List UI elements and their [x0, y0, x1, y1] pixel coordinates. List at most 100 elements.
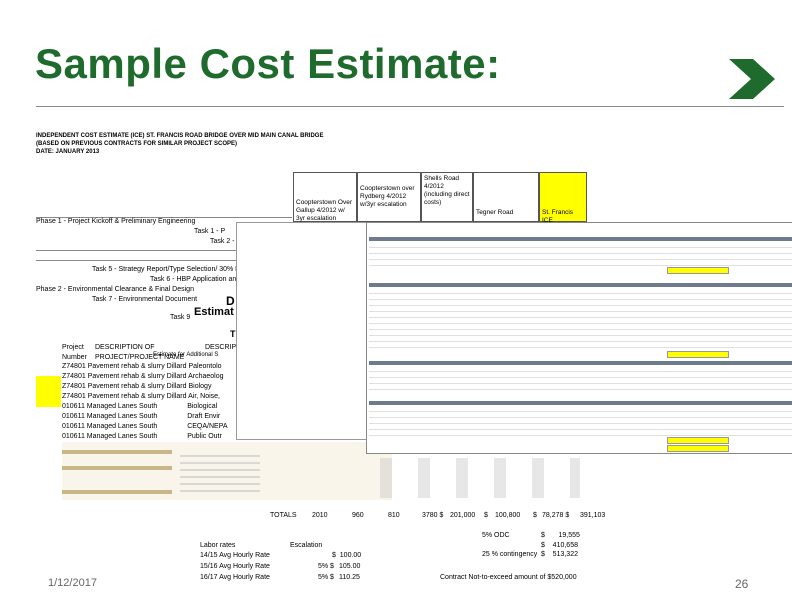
slide-title: Sample Cost Estimate:: [35, 40, 501, 87]
subtotal-value: $ 410,658: [541, 542, 578, 549]
task1-label: Task 1 - P: [194, 228, 226, 235]
rate-row-value: $ 100.00: [332, 552, 362, 559]
totals-value: 3780 $: [422, 512, 444, 519]
detail-row: [369, 325, 792, 330]
estimate-header-line1: INDEPENDENT COST ESTIMATE (ICE) ST. FRAN…: [36, 133, 324, 139]
table-row: Z74801 Pavement rehab & slurry Dillard A…: [62, 393, 220, 400]
detail-row: [369, 343, 792, 348]
section-bar: [369, 401, 792, 405]
detail-row: [369, 313, 792, 318]
detail-row: [369, 301, 792, 306]
table-row: 010611 Managed Lanes South Public Outr: [62, 433, 222, 440]
faded-row-bar: [62, 450, 172, 454]
estimate-header-line2: (BASED ON PREVIOUS CONTRACTS FOR SIMILAR…: [36, 141, 238, 147]
description2-col-header: DESCRIP: [205, 344, 237, 351]
detail-row: [369, 261, 792, 266]
detail-total: [667, 351, 729, 358]
totals-label: TOTALS: [270, 512, 297, 519]
contingency-value: $ 513,322: [541, 551, 578, 558]
detail-total: [667, 445, 729, 452]
totals-value: 78,278 $: [542, 512, 570, 519]
odc-value: $ 19,555: [541, 532, 580, 539]
column-header-3: Shells Road 4/2012 (including direct cos…: [421, 172, 473, 222]
table-row: 010611 Managed Lanes South Draft Envir: [62, 413, 221, 420]
detail-total: [667, 437, 729, 444]
project-col-header: Project: [62, 344, 84, 351]
detail-row: [369, 307, 792, 312]
project-rows: Z74801 Pavement rehab & slurry Dillard P…: [62, 363, 236, 443]
totals-value: 391,103: [580, 512, 606, 519]
odc-label: 5% ODC: [482, 532, 510, 539]
faded-row-text: [180, 455, 260, 495]
rate-row-label: 15/16 Avg Hourly Rate: [200, 563, 270, 570]
column-header-4: Tegner Road: [473, 172, 539, 222]
faded-row-bar: [62, 466, 172, 470]
table-row: 010611 Managed Lanes South Biological: [62, 403, 218, 410]
labor-rates-label: Labor rates: [200, 542, 236, 549]
escalation-label: Escalation: [290, 542, 323, 549]
estimate-header-line3: DATE: JANUARY 2013: [36, 149, 100, 155]
rate-row-label: 16/17 Avg Hourly Rate: [200, 574, 270, 581]
highlight-cell: [36, 376, 61, 407]
detail-row: [369, 319, 792, 324]
chevron-arrow-icon: [723, 55, 781, 103]
detail-row: [369, 295, 792, 300]
task7-label: Task 7 - Environmental Document: [92, 296, 198, 303]
faded-row-bar: [62, 490, 172, 494]
table-row: Z74801 Pavement rehab & slurry Dillard P…: [62, 363, 222, 370]
detail-row: [369, 249, 792, 254]
table-row: Z74801 Pavement rehab & slurry Dillard A…: [62, 373, 224, 380]
phase2-label: Phase 2 - Environmental Clearance & Fina…: [36, 286, 194, 293]
detail-row: [369, 407, 792, 412]
detail-row: [369, 425, 792, 430]
section-bar: [369, 361, 792, 365]
task6-label: Task 6 - HBP Application an: [150, 276, 237, 283]
column-header-2: Coopterstown over Rydberg 4/2012 w/3yr e…: [357, 172, 421, 222]
description-col-header: DESCRIPTION OF: [95, 344, 155, 351]
detail-row: [369, 367, 792, 372]
table-line: [36, 260, 236, 261]
rate-row-pct: 5% $: [318, 563, 334, 570]
footer-date: 1/12/2017: [48, 577, 97, 589]
detail-row: [369, 289, 792, 294]
contingency-label: 25 % contingency: [482, 551, 538, 558]
estimate-for-header: Estimate for Additional S: [153, 352, 219, 358]
detail-row: [369, 431, 792, 436]
rate-row-pct: 5% $: [318, 574, 334, 581]
detail-row: [369, 419, 792, 424]
detail-total: [667, 267, 729, 274]
totals-value: 960: [352, 512, 364, 519]
totals-value: $: [484, 512, 488, 519]
detail-row: [369, 413, 792, 418]
overlay-sheet: [236, 222, 368, 440]
overlay-estimat: Estimat: [194, 306, 234, 318]
table-row: 010611 Managed Lanes South CEQA/NEPA: [62, 423, 228, 430]
rate-row-label: 14/15 Avg Hourly Rate: [200, 552, 270, 559]
section-bar: [369, 237, 792, 241]
detail-row: [369, 243, 792, 248]
phase1-label: Phase 1 - Project Kickoff & Preliminary …: [36, 218, 196, 225]
column-header-5: St. Francis ICE: [539, 172, 587, 224]
detail-spreadsheet: [366, 222, 792, 454]
section-bar: [369, 283, 792, 287]
rate-row-value: 110.25: [339, 574, 360, 581]
column-header-1: Coopterstown Over Gallup 4/2012 w/ 3yr e…: [293, 172, 357, 222]
detail-row: [369, 337, 792, 342]
number-col-header: Number: [62, 354, 87, 361]
task9-label: Task 9: [170, 314, 191, 321]
detail-row: [369, 373, 792, 378]
totals-value: 201,000: [450, 512, 476, 519]
overlay-letter-t: T: [230, 329, 236, 339]
title-divider: [36, 106, 784, 107]
totals-value: 2010: [312, 512, 328, 519]
not-to-exceed-note: Contract Not-to-exceed amount of $520,00…: [440, 574, 577, 581]
rate-row-value: 105.00: [339, 563, 361, 570]
table-line: [36, 250, 236, 251]
page-number: 26: [735, 577, 749, 591]
detail-row: [369, 385, 792, 390]
detail-row: [369, 379, 792, 384]
totals-value: 100,800: [495, 512, 521, 519]
faded-row-values: [380, 458, 580, 498]
task5-label: Task 5 - Strategy Report/Type Selection/…: [92, 266, 242, 273]
totals-value: $: [533, 512, 537, 519]
